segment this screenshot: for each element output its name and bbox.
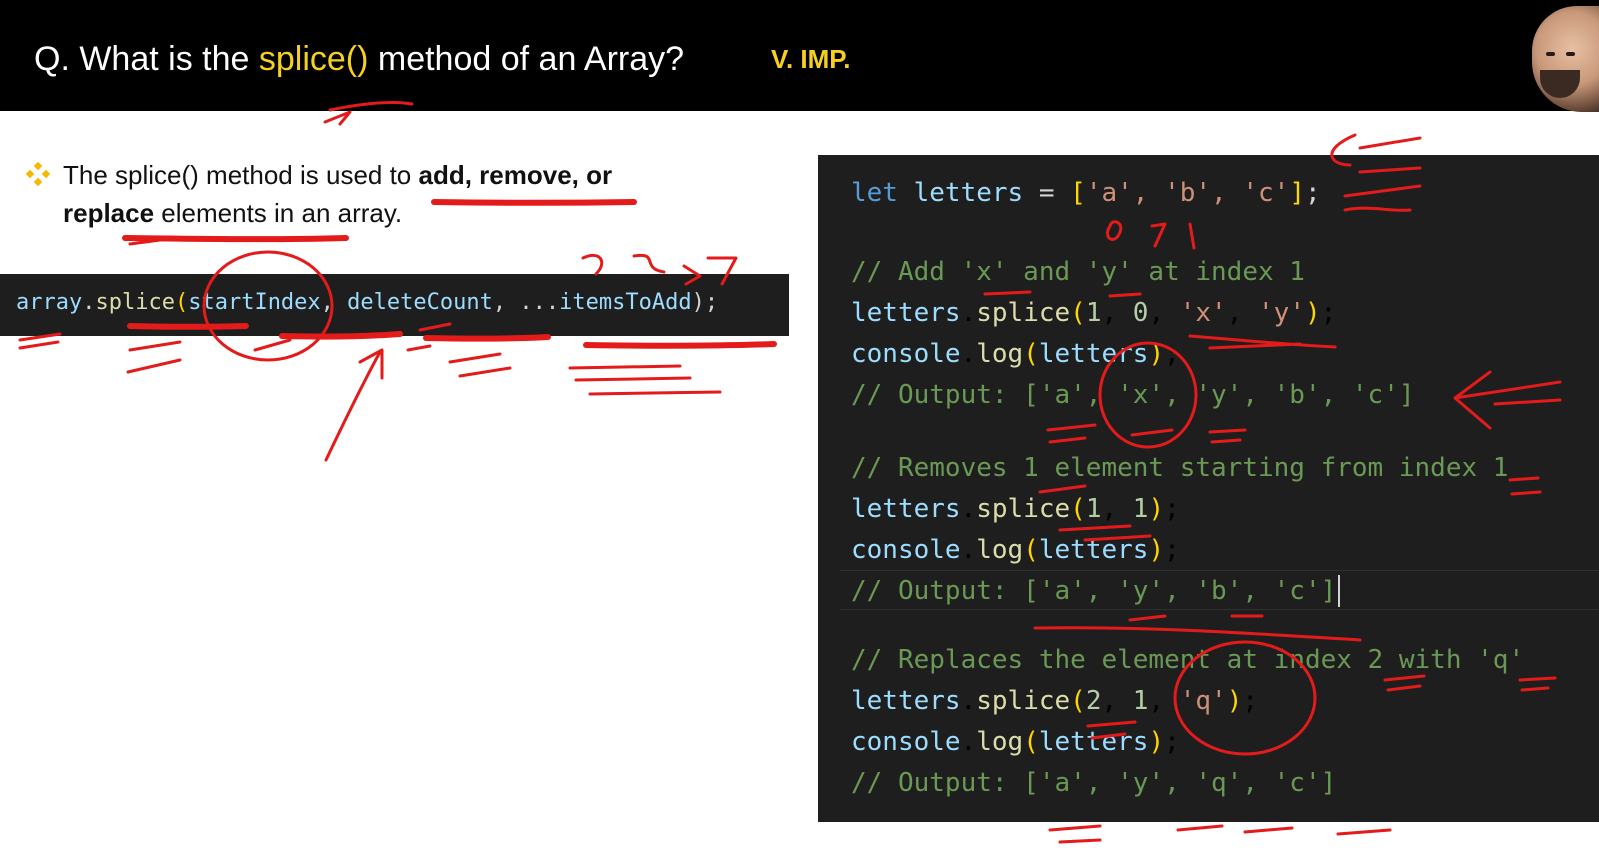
- syntax-dot: .: [82, 290, 96, 315]
- code-line-splice-replace: letters.splice(2, 1, 'q');: [851, 686, 1259, 716]
- syntax-param-delete-count: deleteCount: [347, 290, 493, 315]
- text-cursor: [1338, 575, 1341, 607]
- ink-underline-delete-count: [423, 334, 551, 342]
- code-line-splice-remove: letters.splice(1, 1);: [851, 494, 1180, 524]
- comment-replace: // Replaces the element at index 2 with …: [851, 645, 1525, 675]
- slide: Q. What is the splice() method of an Arr…: [0, 0, 1599, 865]
- var-console: console: [851, 727, 961, 757]
- fn-log: log: [976, 727, 1024, 757]
- fn-splice: splice: [976, 686, 1071, 716]
- ink-marks-left: [18, 332, 62, 350]
- bullet-text: The splice() method is used to add, remo…: [63, 156, 683, 232]
- avatar-beard: [1540, 70, 1580, 98]
- syntax-separator: ,: [492, 290, 520, 315]
- avatar-eye-left: [1546, 52, 1555, 56]
- var-letters: letters: [1038, 535, 1149, 565]
- importance-badge: V. IMP.: [771, 44, 851, 74]
- slide-title: Q. What is the splice() method of an Arr…: [34, 40, 684, 79]
- code-line-log-3: console.log(letters);: [851, 727, 1180, 757]
- ink-marks-output-3: [1048, 824, 1392, 844]
- bracket-open: [: [1070, 178, 1086, 208]
- code-line-log-2: console.log(letters);: [851, 535, 1180, 565]
- arg-delete: 1: [1132, 686, 1149, 716]
- var-letters: letters: [913, 178, 1024, 208]
- code-line-output-2: // Output: ['a', 'y', 'b', 'c']: [851, 575, 1341, 607]
- syntax-close: );: [691, 290, 719, 315]
- syntax-param-items-to-add: itemsToAdd: [559, 290, 692, 315]
- keyword-let: let: [851, 178, 898, 208]
- comment-add: // Add 'x' and 'y' at index 1: [851, 257, 1305, 287]
- comment-output-3: // Output: ['a', 'y', 'q', 'c']: [851, 768, 1337, 798]
- presenter-avatar: [1532, 6, 1599, 112]
- ink-marks-items: [568, 364, 722, 396]
- arg-start: 1: [1085, 298, 1102, 328]
- bracket-close: ]: [1289, 178, 1305, 208]
- syntax-spread: ...: [519, 290, 560, 315]
- bullet-bold-2: replace: [63, 198, 155, 228]
- bullet-text-1: The splice() method is used to: [63, 160, 419, 190]
- syntax-function: splice: [95, 290, 175, 315]
- var-letters: letters: [851, 494, 961, 524]
- code-line-splice-add: letters.splice(1, 0, 'x', 'y');: [851, 298, 1337, 328]
- var-letters: letters: [1038, 727, 1149, 757]
- title-bar: Q. What is the splice() method of an Arr…: [0, 0, 1599, 112]
- fn-splice: splice: [976, 298, 1071, 328]
- diamond-bullet-icon: [26, 162, 50, 186]
- fn-log: log: [976, 339, 1024, 369]
- ink-arrow-up: [324, 348, 384, 462]
- arg-delete: 1: [1132, 494, 1149, 524]
- var-letters: letters: [1038, 339, 1149, 369]
- arg-item: 'x': [1179, 298, 1227, 328]
- code-editor[interactable]: let letters = ['a', 'b', 'c']; // Add 'x…: [818, 155, 1599, 822]
- arg-delete: 0: [1132, 298, 1149, 328]
- syntax-bar: array.splice(startIndex, deleteCount, ..…: [0, 274, 789, 336]
- syntax-object: array: [16, 290, 83, 315]
- ink-underline-items: [583, 341, 777, 349]
- var-letters: letters: [851, 686, 961, 716]
- fn-splice: splice: [976, 494, 1071, 524]
- syntax-open-paren: (: [174, 290, 189, 315]
- avatar-eye-right: [1566, 52, 1575, 56]
- var-console: console: [851, 535, 961, 565]
- title-suffix: method of an Array?: [368, 40, 685, 78]
- code-line-log-1: console.log(letters);: [851, 339, 1180, 369]
- ink-marks-splice: [126, 340, 182, 374]
- var-letters: letters: [851, 298, 961, 328]
- arg-item: 'q': [1179, 686, 1227, 716]
- fn-log: log: [976, 535, 1024, 565]
- comment-output-2: // Output: ['a', 'y', 'b', 'c']: [851, 576, 1337, 606]
- ink-title-arrow: [323, 110, 352, 126]
- ink-underline-replace: [122, 235, 349, 243]
- bullet-text-2: elements in an array.: [154, 198, 403, 228]
- ink-marks-delete: [406, 344, 512, 378]
- bullet-bold-1: add, remove, or: [418, 160, 613, 190]
- array-items: 'a', 'b', 'c': [1085, 178, 1290, 208]
- var-console: console: [851, 339, 961, 369]
- ink-underline-tick: [128, 238, 162, 246]
- semicolon: ;: [1304, 178, 1321, 208]
- code-line-declare: let letters = ['a', 'b', 'c'];: [851, 177, 1321, 209]
- arg-start: 1: [1085, 494, 1102, 524]
- syntax-code: array.splice(startIndex, deleteCount, ..…: [16, 290, 718, 315]
- comment-remove: // Removes 1 element starting from index…: [851, 453, 1509, 483]
- syntax-param-start-index: startIndex: [188, 290, 321, 315]
- arg-start: 2: [1085, 686, 1102, 716]
- syntax-separator: ,: [320, 290, 348, 315]
- arg-item: 'y': [1258, 298, 1305, 328]
- equals: =: [1023, 178, 1071, 208]
- title-highlight: splice(): [258, 40, 369, 78]
- comment-output-1: // Output: ['a', 'x', 'y', 'b', 'c']: [851, 380, 1415, 410]
- title-prefix: Q. What is the: [34, 40, 259, 78]
